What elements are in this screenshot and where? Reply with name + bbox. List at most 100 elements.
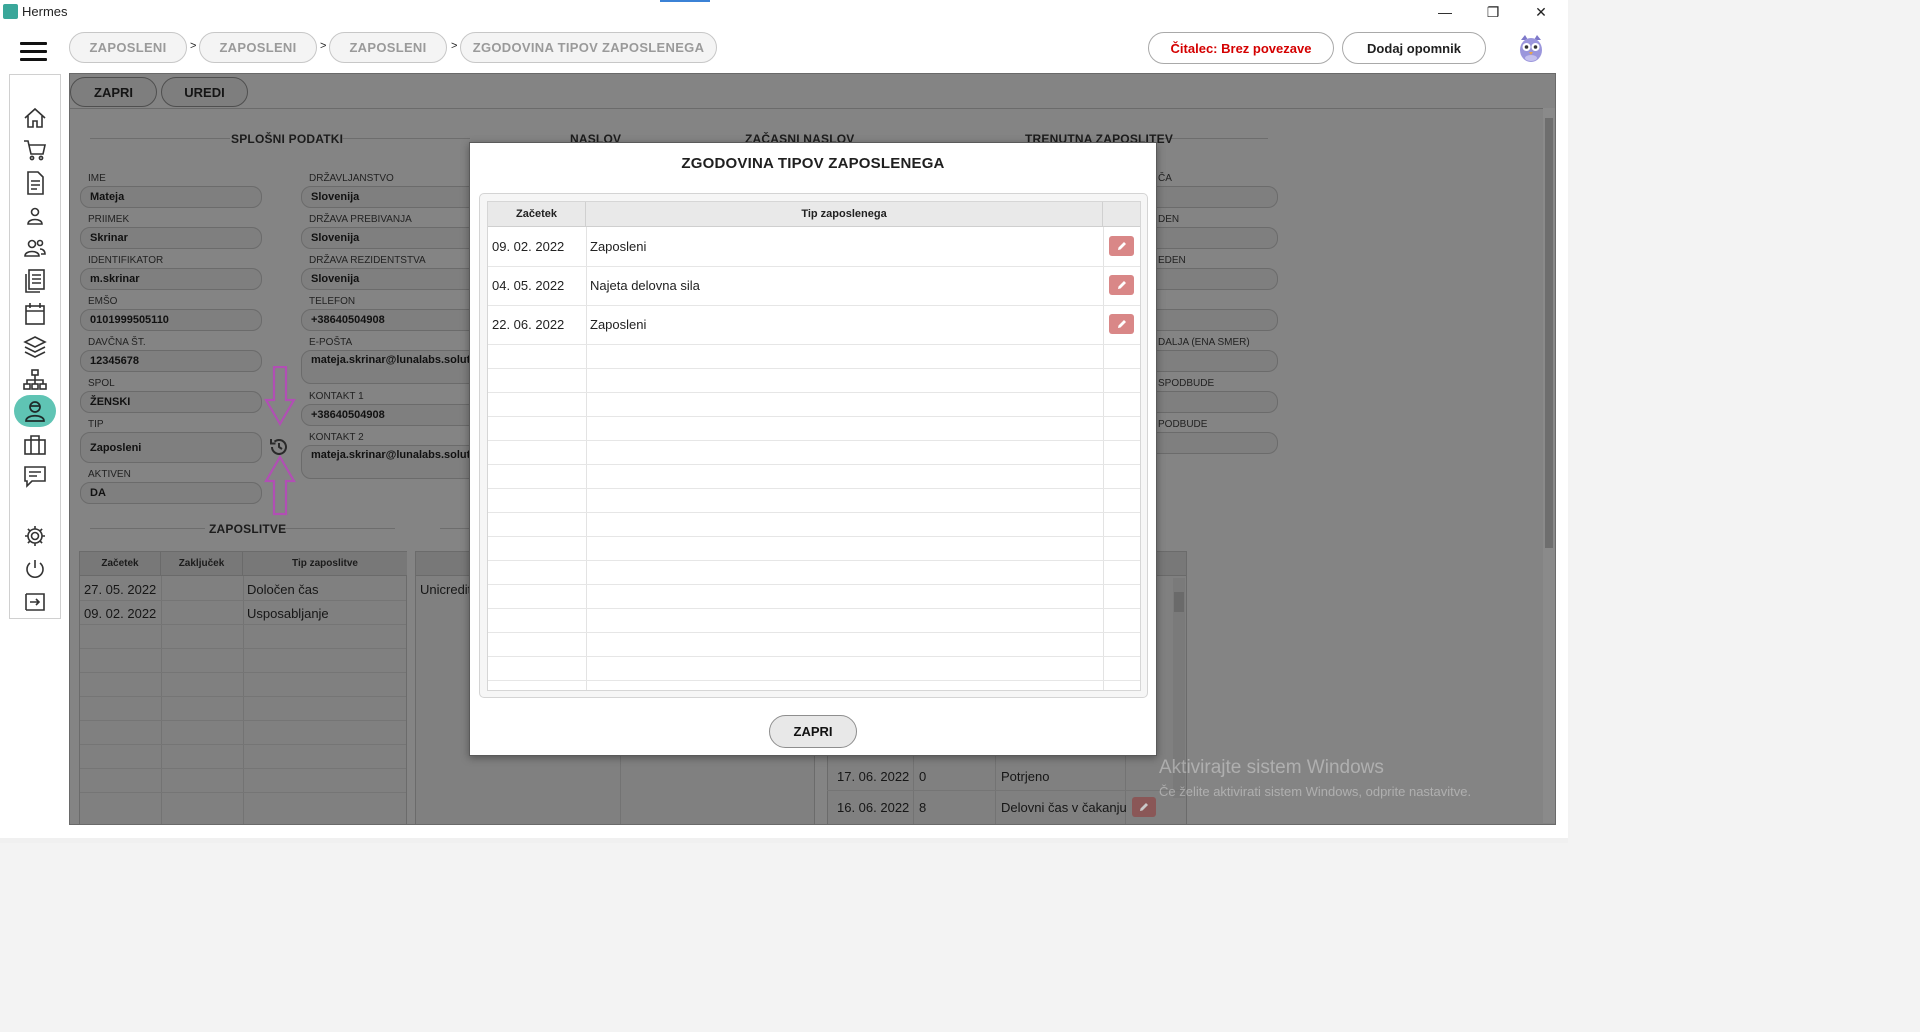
field-name[interactable]: Mateja xyxy=(80,186,262,208)
row-divider xyxy=(80,696,406,697)
breadcrumb-item-current[interactable]: ZGODOVINA TIPOV ZAPOSLENEGA xyxy=(460,32,717,63)
breadcrumb-item-3[interactable]: ZAPOSLENI xyxy=(329,32,447,63)
title-bar: Hermes — ❐ ✕ xyxy=(0,0,1568,24)
sidebar-item-power[interactable] xyxy=(21,556,49,582)
row-divider xyxy=(488,512,1140,513)
field-country-tax-residence[interactable]: Slovenija xyxy=(301,268,481,290)
field-identifier[interactable]: m.skrinar xyxy=(80,268,262,290)
windows-activation-watermark: Aktivirajte sistem Windows xyxy=(1159,757,1384,778)
sidebar-item-employees[interactable] xyxy=(14,395,56,427)
sidebar-item-logout[interactable] xyxy=(21,589,49,615)
field-emso[interactable]: 0101999505110 xyxy=(80,309,262,331)
sidebar-item-person[interactable] xyxy=(21,203,49,229)
person-icon xyxy=(27,207,43,225)
sidebar-item-reports[interactable] xyxy=(21,268,49,294)
field-partial[interactable] xyxy=(1156,350,1278,372)
field-partial[interactable] xyxy=(1156,391,1278,413)
gear-icon xyxy=(25,526,45,546)
sidebar-item-documents[interactable] xyxy=(21,170,49,196)
field-partial[interactable] xyxy=(1156,268,1278,290)
field-contact-1[interactable]: +38640504908 xyxy=(301,404,481,426)
field-partial[interactable] xyxy=(1156,309,1278,331)
field-contact-2[interactable]: mateja.skrinar@lunalabs.solutions xyxy=(301,445,481,479)
sidebar-item-people[interactable] xyxy=(21,235,49,261)
edit-button[interactable]: UREDI xyxy=(161,77,248,107)
field-surname[interactable]: Skrinar xyxy=(80,227,262,249)
dialog-close-button[interactable]: ZAPRI xyxy=(769,715,857,748)
row-divider xyxy=(80,768,406,769)
sidebar-item-settings[interactable] xyxy=(21,523,49,549)
field-type[interactable]: Zaposleni xyxy=(80,432,262,463)
col-header-end[interactable]: Zaključek xyxy=(161,552,243,576)
sidebar-item-home[interactable] xyxy=(21,105,49,131)
work-hours-number: 8 xyxy=(919,800,927,815)
employment-start: 27. 05. 2022 xyxy=(84,582,157,597)
reader-status-button[interactable]: Čitalec: Brez povezave xyxy=(1148,32,1334,64)
field-label-partial: PODBUDE xyxy=(1158,419,1208,430)
col-header-start[interactable]: Začetek xyxy=(80,552,161,576)
employment-start: 09. 02. 2022 xyxy=(84,606,157,621)
sidebar-item-messages[interactable] xyxy=(21,464,49,490)
field-label-partial: DALJA (ENA SMER) xyxy=(1158,337,1250,348)
edit-row-button[interactable] xyxy=(1109,275,1134,295)
breadcrumb-item-1[interactable]: ZAPOSLENI xyxy=(69,32,187,63)
windows-activation-watermark-subtitle: Če želite aktivirati sistem Windows, odp… xyxy=(1159,784,1472,799)
owl-mascot-icon[interactable] xyxy=(1517,33,1545,63)
col-divider xyxy=(161,576,162,824)
sidebar-item-org-structure[interactable] xyxy=(21,367,49,393)
row-divider xyxy=(488,266,1140,267)
pencil-icon xyxy=(1140,803,1148,811)
field-partial[interactable] xyxy=(1156,186,1278,208)
cart-icon xyxy=(24,140,46,161)
edit-row-button[interactable] xyxy=(1109,236,1134,256)
minimize-button[interactable]: — xyxy=(1422,0,1468,24)
row-divider xyxy=(80,672,406,673)
field-tax-number[interactable]: 12345678 xyxy=(80,350,262,372)
field-email[interactable]: mateja.skrinar@lunalabs.solutions xyxy=(301,350,481,384)
work-hours-date: 17. 06. 2022 xyxy=(837,769,910,784)
pencil-icon xyxy=(1117,320,1126,328)
section-line xyxy=(342,138,470,139)
sidebar-item-layers[interactable] xyxy=(21,334,49,360)
field-label-email: E-POŠTA xyxy=(309,337,353,348)
row-divider xyxy=(80,600,406,601)
field-citizenship[interactable]: Slovenija xyxy=(301,186,481,208)
type-history-icon[interactable] xyxy=(268,436,290,458)
field-label-active: AKTIVEN xyxy=(88,469,131,480)
field-gender[interactable]: ŽENSKI xyxy=(80,391,262,413)
col-header-start[interactable]: Začetek xyxy=(488,202,586,227)
layers-icon xyxy=(23,336,47,358)
sidebar-item-calendar[interactable] xyxy=(21,301,49,327)
col-header-employee-type[interactable]: Tip zaposlenega xyxy=(586,202,1103,227)
employment-type: Usposabljanje xyxy=(247,606,329,621)
field-partial[interactable] xyxy=(1156,227,1278,249)
row-divider xyxy=(488,305,1140,306)
history-type: Najeta delovna sila xyxy=(590,278,700,293)
work-hours-edit-button[interactable] xyxy=(1132,797,1156,817)
field-country-residence[interactable]: Slovenija xyxy=(301,227,481,249)
edit-row-button[interactable] xyxy=(1109,314,1134,334)
section-line xyxy=(90,528,205,529)
breadcrumb-item-2[interactable]: ZAPOSLENI xyxy=(199,32,317,63)
close-button[interactable]: ZAPRI xyxy=(70,77,157,107)
field-label-citizenship: DRŽAVLJANSTVO xyxy=(309,173,394,184)
close-window-button[interactable]: ✕ xyxy=(1518,0,1564,24)
sidebar-item-projects[interactable] xyxy=(21,432,49,458)
field-partial[interactable] xyxy=(1156,432,1278,454)
sidebar-item-cart[interactable] xyxy=(21,137,49,163)
work-hours-scrollbar-thumb[interactable] xyxy=(1174,592,1184,612)
col-header-employment-type[interactable]: Tip zaposlitve xyxy=(243,552,407,576)
maximize-button[interactable]: ❐ xyxy=(1470,0,1516,24)
field-label-partial: EDEN xyxy=(1158,255,1186,266)
menu-hamburger-icon[interactable] xyxy=(20,42,47,62)
main-scrollbar-thumb[interactable] xyxy=(1545,118,1553,548)
section-line xyxy=(440,528,470,529)
col-divider xyxy=(1103,227,1104,690)
add-reminder-button[interactable]: Dodaj opomnik xyxy=(1342,32,1486,64)
field-label-gender: SPOL xyxy=(88,378,115,389)
field-active[interactable]: DA xyxy=(80,482,262,504)
field-label-contact-1: KONTAKT 1 xyxy=(309,391,364,402)
row-divider xyxy=(80,792,406,793)
field-label-partial: SPODBUDE xyxy=(1158,378,1215,389)
field-phone[interactable]: +38640504908 xyxy=(301,309,481,331)
